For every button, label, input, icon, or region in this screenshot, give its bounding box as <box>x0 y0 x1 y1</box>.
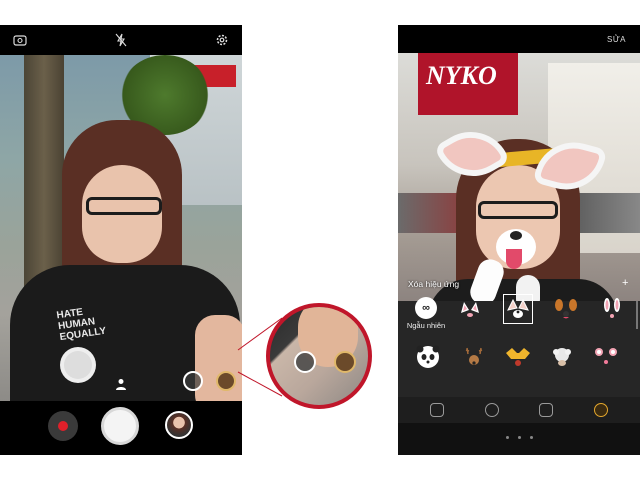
page-dot <box>529 435 533 439</box>
comparison-image: HATE HUMAN EQUALLY SỬA NYKO Xóa hiệu ứng… <box>0 0 640 480</box>
mask-icon <box>506 348 530 366</box>
sticker-panda[interactable] <box>414 343 442 371</box>
camera-viewfinder-with-filter[interactable]: NYKO Xóa hiệu ứng + <box>398 53 640 301</box>
sticker-fox-ears[interactable] <box>503 294 533 324</box>
mode-indicator <box>398 430 640 444</box>
fox-ears-icon <box>507 298 529 318</box>
fox-tongue <box>506 249 522 269</box>
sticker-cat-ears[interactable] <box>456 295 484 323</box>
sheep-icon <box>553 348 571 366</box>
sticker-tab-icon[interactable] <box>430 403 445 417</box>
sticker-bunny-ears[interactable] <box>598 295 626 323</box>
deer-icon <box>465 347 483 365</box>
bunny-ears-icon <box>604 298 620 318</box>
add-icon[interactable]: + <box>622 277 628 289</box>
cat-ears-icon <box>461 302 479 317</box>
sticker-dog-ears[interactable] <box>552 295 580 323</box>
sticker-mouse[interactable] <box>592 343 620 371</box>
dog-ears-icon <box>555 299 577 319</box>
panda-icon <box>416 345 440 368</box>
mask-tab-icon[interactable] <box>539 403 554 417</box>
animal-tab-icon[interactable] <box>593 403 608 417</box>
background-shop-sign: NYKO <box>418 53 518 115</box>
sticker-top-bar: SỬA <box>398 25 640 53</box>
random-label: Ngẫu nhiên <box>406 321 446 330</box>
page-dot <box>517 435 521 439</box>
sticker-category-tabs <box>398 397 640 423</box>
subject-glasses <box>478 201 558 219</box>
fox-nose <box>510 231 522 240</box>
mouse-icon <box>595 348 617 364</box>
random-icon[interactable]: ∞ <box>415 297 437 319</box>
camera-screen-right: SỬA NYKO Xóa hiệu ứng + ∞ Ngẫu nhiên <box>398 25 640 455</box>
sticker-mask[interactable] <box>504 343 532 371</box>
sticker-deer[interactable] <box>460 343 488 371</box>
effect-icon <box>294 351 316 373</box>
edit-button[interactable]: SỬA <box>607 35 626 44</box>
animal-sticker-icon <box>334 351 356 373</box>
face-tab-icon[interactable] <box>484 403 499 417</box>
sticker-sheep[interactable] <box>548 343 576 371</box>
clear-effects-button[interactable]: Xóa hiệu ứng <box>408 279 459 289</box>
zoom-magnifier <box>266 303 372 409</box>
page-dot <box>505 435 509 439</box>
sticker-panel-scrollbar[interactable] <box>636 301 638 329</box>
